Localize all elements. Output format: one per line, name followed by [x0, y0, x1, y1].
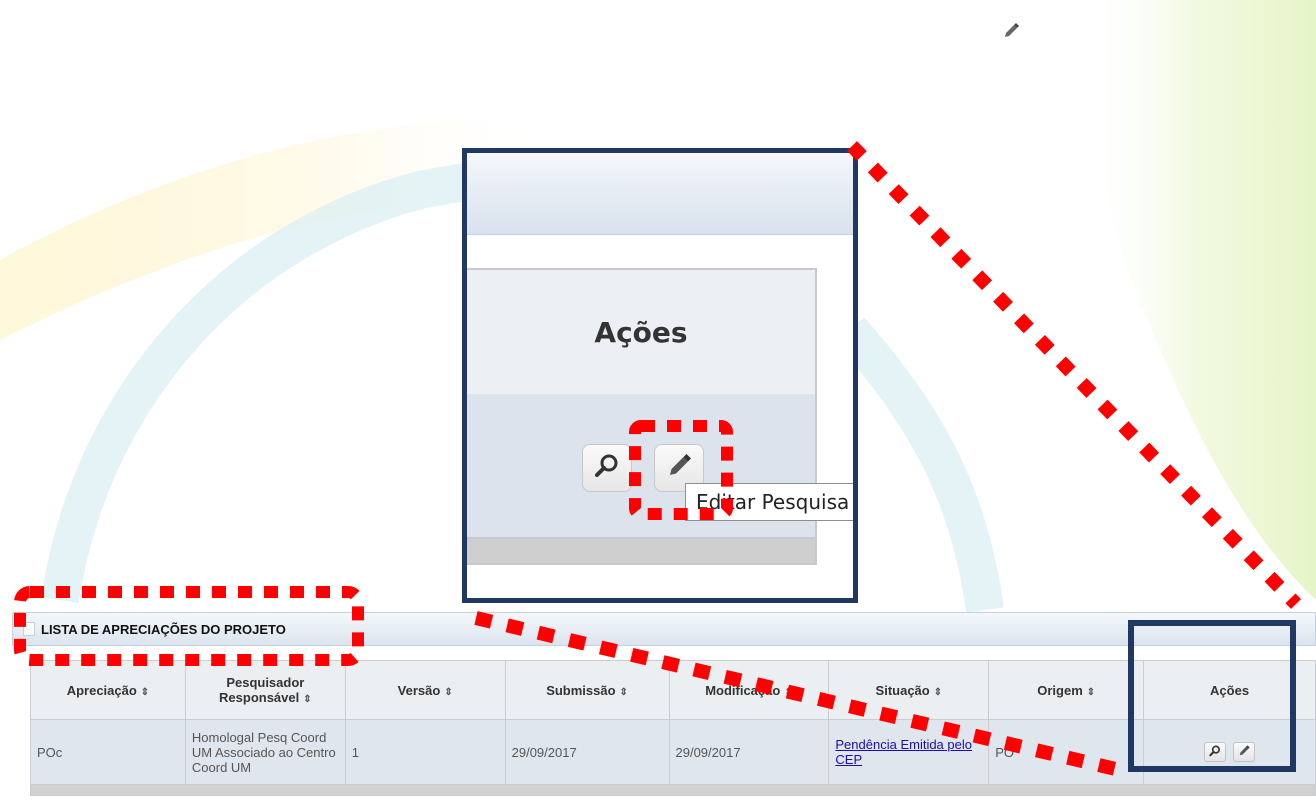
panel-header[interactable]: LISTA DE APRECIAÇÕES DO PROJETO [12, 612, 1316, 646]
column-header-versao[interactable]: Versão ⇕ [344, 660, 506, 720]
column-header-pesquisador[interactable]: Pesquisador Responsável ⇕ [184, 660, 346, 720]
edit-tooltip: Editar Pesquisa [685, 483, 853, 521]
edit-pencil-button-top[interactable] [995, 18, 1027, 48]
zoom-actions-header: Ações [467, 268, 817, 396]
cell-submissao: 29/09/2017 [504, 719, 670, 785]
actions-column-highlight [1128, 620, 1296, 772]
collapse-toggle-icon[interactable] [23, 622, 35, 636]
column-header-origem[interactable]: Origem ⇕ [988, 660, 1145, 720]
table-footer-bar [30, 784, 1316, 796]
column-header-submissao[interactable]: Submissão ⇕ [504, 660, 670, 720]
appreciations-table: Apreciação ⇕ Pesquisador Responsável ⇕ Ver… [30, 660, 1316, 785]
zoom-panel-header [467, 153, 853, 235]
situacao-link[interactable]: Pendência Emitida pelo CEP [835, 737, 972, 767]
table-header-row: Apreciação ⇕ Pesquisador Responsável ⇕ Ver… [30, 660, 1316, 720]
sort-icon: ⇕ [140, 686, 150, 698]
column-header-situacao[interactable]: Situação ⇕ [828, 660, 990, 720]
column-header-apreciacao[interactable]: Apreciação ⇕ [30, 660, 186, 720]
cell-apreciacao: POc [30, 719, 186, 785]
sort-icon: ⇕ [619, 686, 628, 698]
zoom-actions-label: Ações [594, 315, 688, 349]
panel-title: LISTA DE APRECIAÇÕES DO PROJETO [41, 621, 286, 637]
column-header-modificacao[interactable]: Modificação ⇕ [668, 660, 830, 720]
cell-versao: 1 [344, 719, 506, 785]
sort-icon: ⇕ [933, 686, 943, 698]
cell-situacao: Pendência Emitida pelo CEP [828, 719, 990, 785]
magnifier-icon [592, 451, 622, 486]
sort-icon: ⇕ [1086, 686, 1096, 698]
table-row: POc Homologal Pesq Coord UM Associado ao… [30, 719, 1316, 785]
pencil-icon [1001, 21, 1021, 46]
cell-origem: PO [988, 719, 1145, 785]
zoom-footer-bar [467, 539, 817, 565]
appreciations-panel: LISTA DE APRECIAÇÕES DO PROJETO Apreciaç… [12, 612, 1316, 810]
cell-pesquisador: Homologal Pesq Coord UM Associado ao Cen… [184, 719, 346, 785]
sort-icon: ⇕ [784, 686, 793, 698]
pencil-icon [664, 451, 694, 486]
cell-modificacao: 29/09/2017 [668, 719, 830, 785]
sort-icon: ⇕ [303, 694, 312, 705]
zoom-view-button[interactable] [582, 444, 632, 492]
zoom-callout: Ações Editar Pesquisa [462, 148, 858, 603]
sort-icon: ⇕ [444, 686, 453, 698]
connector-line-upper [846, 141, 1302, 609]
